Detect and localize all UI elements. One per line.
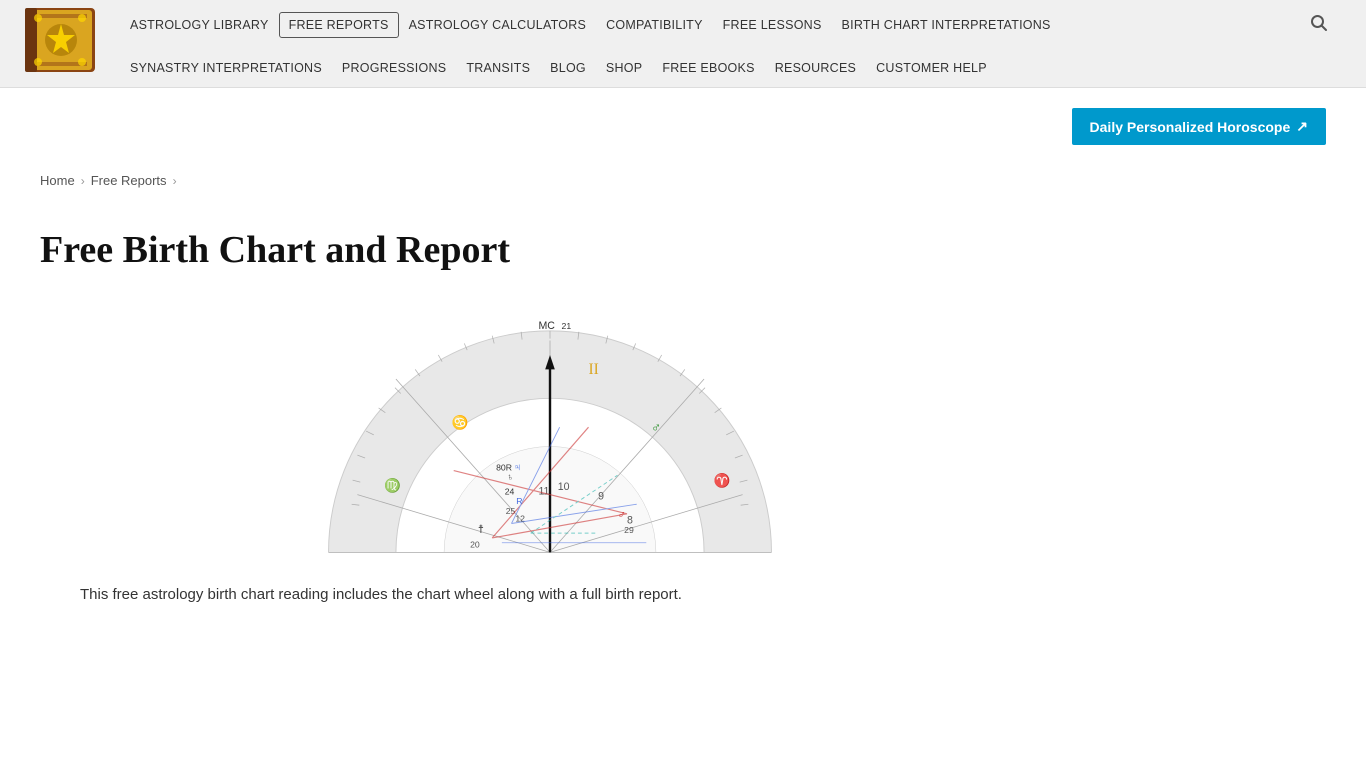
breadcrumb-sep-1: ›	[81, 174, 85, 188]
nav-row-2: SYNASTRY INTERPRETATIONS PROGRESSIONS TR…	[120, 49, 1336, 87]
daily-horoscope-label: Daily Personalized Horoscope	[1090, 119, 1291, 135]
nav-resources[interactable]: RESOURCES	[765, 55, 866, 81]
nav-transits[interactable]: TRANSITS	[456, 55, 540, 81]
search-button[interactable]	[1302, 6, 1336, 43]
svg-text:♄: ♄	[507, 472, 514, 483]
nav-free-lessons[interactable]: FREE LESSONS	[713, 12, 832, 38]
breadcrumb-free-reports[interactable]: Free Reports	[91, 173, 167, 188]
svg-text:80R: 80R	[496, 463, 512, 473]
nav-compatibility[interactable]: COMPATIBILITY	[596, 12, 713, 38]
svg-text:9: 9	[598, 490, 604, 502]
svg-text:29: 29	[624, 525, 634, 535]
main-content: Free Birth Chart and Report	[0, 198, 1100, 648]
svg-text:♃: ♃	[513, 462, 521, 474]
breadcrumb-sep-2: ›	[173, 174, 177, 188]
header: ASTROLOGY LIBRARY FREE REPORTS ASTROLOGY…	[0, 0, 1366, 88]
nav-astrology-calculators[interactable]: ASTROLOGY CALCULATORS	[399, 12, 597, 38]
page-title: Free Birth Chart and Report	[40, 228, 1060, 272]
svg-text:II: II	[589, 361, 599, 378]
svg-text:24: 24	[505, 487, 515, 497]
nav-progressions[interactable]: PROGRESSIONS	[332, 55, 456, 81]
nav-blog[interactable]: BLOG	[540, 55, 596, 81]
header-inner: ASTROLOGY LIBRARY FREE REPORTS ASTROLOGY…	[20, 0, 1346, 87]
chart-description: This free astrology birth chart reading …	[40, 582, 760, 608]
svg-text:10: 10	[558, 481, 570, 493]
svg-text:♂: ♂	[651, 420, 661, 435]
svg-text:♍: ♍	[384, 477, 401, 493]
search-icon	[1310, 14, 1328, 32]
birth-chart-svg: MC 21 ≢ II ♋ ♂ ♈ ♍ 11 10 9 8 ♃	[290, 302, 810, 562]
daily-horoscope-bar: Daily Personalized Horoscope ↗	[0, 88, 1366, 155]
logo-icon	[20, 0, 100, 80]
daily-horoscope-arrow: ↗	[1296, 118, 1308, 135]
logo-wrap[interactable]	[20, 0, 100, 87]
nav-free-reports[interactable]: FREE REPORTS	[279, 12, 399, 38]
nav-birth-chart-interpretations[interactable]: BIRTH CHART INTERPRETATIONS	[832, 12, 1061, 38]
svg-text:MC: MC	[538, 320, 555, 332]
svg-text:♋: ♋	[452, 414, 469, 430]
nav-row-1: ASTROLOGY LIBRARY FREE REPORTS ASTROLOGY…	[120, 0, 1336, 49]
nav-and-search: ASTROLOGY LIBRARY FREE REPORTS ASTROLOGY…	[120, 0, 1336, 87]
breadcrumb: Home › Free Reports ›	[0, 155, 1366, 198]
nav-customer-help[interactable]: CUSTOMER HELP	[866, 55, 997, 81]
nav-synastry-interpretations[interactable]: SYNASTRY INTERPRETATIONS	[120, 55, 332, 81]
nav-astrology-library[interactable]: ASTROLOGY LIBRARY	[120, 12, 279, 38]
birth-chart-image: MC 21 ≢ II ♋ ♂ ♈ ♍ 11 10 9 8 ♃	[290, 302, 810, 552]
nav-free-ebooks[interactable]: FREE EBOOKS	[652, 55, 764, 81]
svg-text:21: 21	[562, 321, 572, 331]
svg-text:♈: ♈	[714, 472, 731, 488]
breadcrumb-home[interactable]: Home	[40, 173, 75, 188]
svg-text:20: 20	[470, 540, 480, 550]
daily-horoscope-button[interactable]: Daily Personalized Horoscope ↗	[1072, 108, 1326, 145]
nav-shop[interactable]: SHOP	[596, 55, 652, 81]
svg-text:☨: ☨	[478, 524, 484, 536]
svg-text:25: 25	[506, 506, 516, 516]
